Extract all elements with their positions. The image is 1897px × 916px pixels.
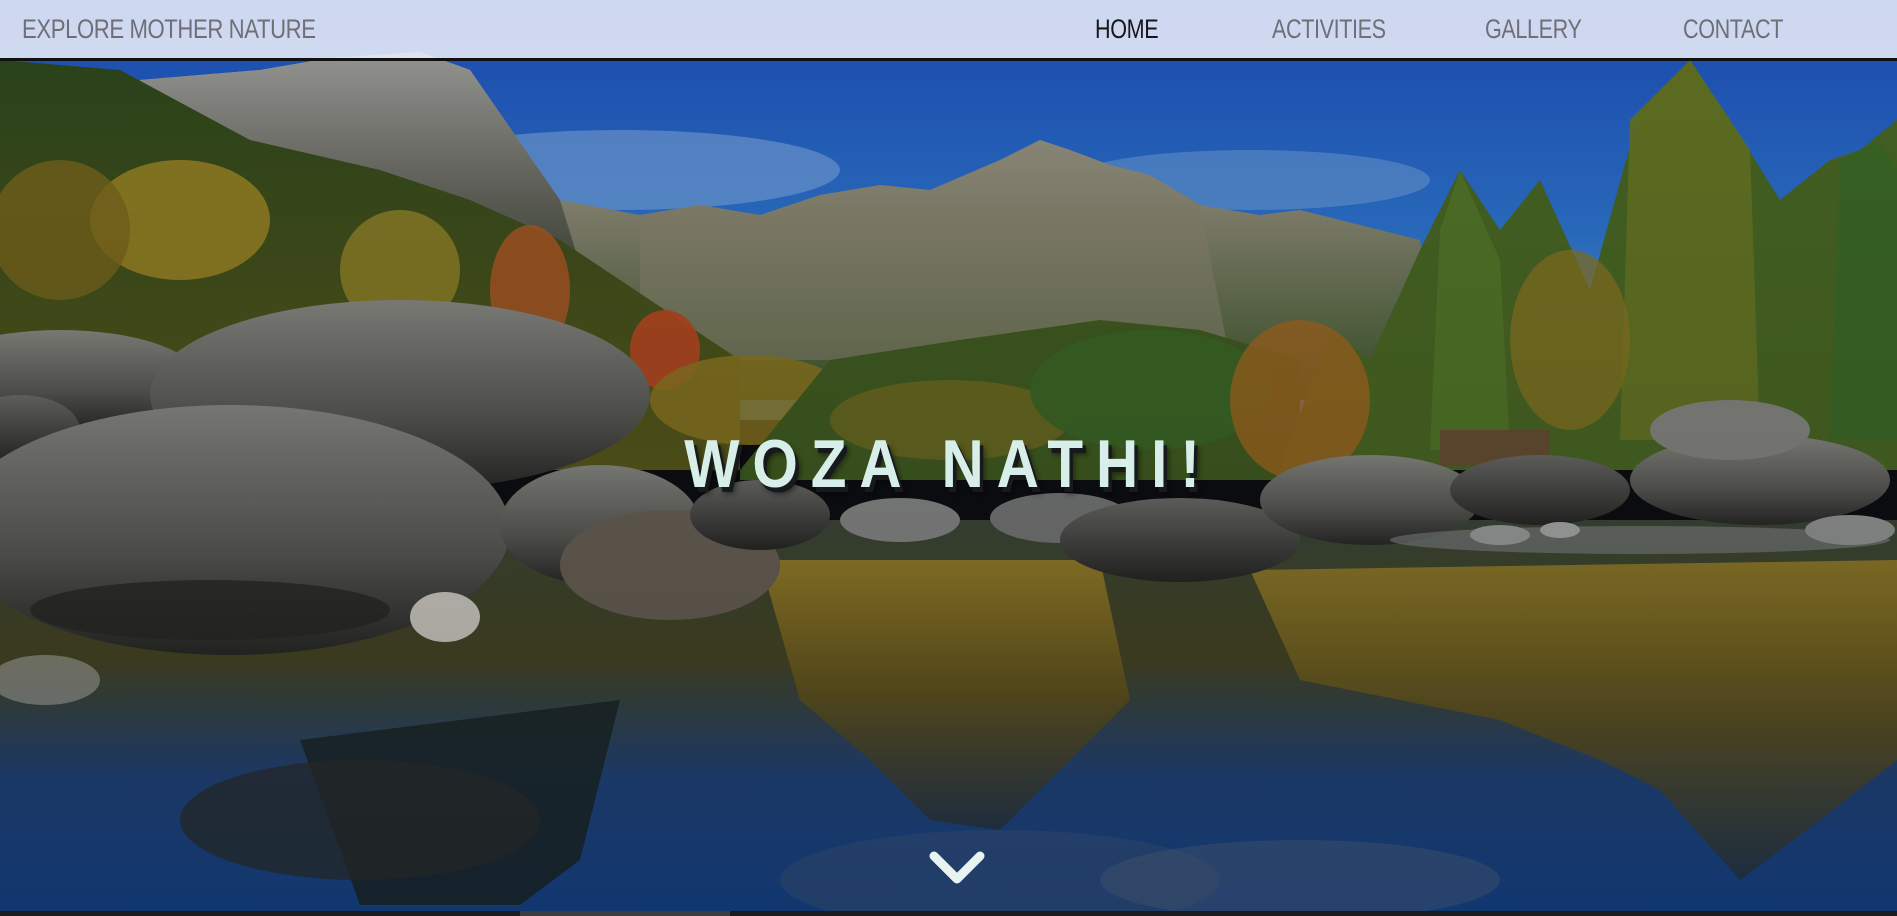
top-navbar: EXPLORE MOTHER NATURE HOME ACTIVITIES GA… bbox=[0, 0, 1897, 61]
page: EXPLORE MOTHER NATURE HOME ACTIVITIES GA… bbox=[0, 0, 1897, 916]
nav-link-activities[interactable]: ACTIVITIES bbox=[1272, 14, 1386, 45]
scroll-down-button[interactable] bbox=[926, 848, 988, 888]
hero-title: WOZA NATHI! bbox=[684, 426, 1213, 502]
bottom-edge-strip bbox=[0, 911, 1897, 916]
nav-link-home[interactable]: HOME bbox=[1095, 14, 1159, 45]
chevron-down-icon bbox=[929, 851, 985, 884]
brand-logo-text[interactable]: EXPLORE MOTHER NATURE bbox=[22, 14, 316, 45]
bottom-edge-highlight bbox=[520, 911, 730, 916]
nav-link-contact[interactable]: CONTACT bbox=[1683, 14, 1783, 45]
nav-link-gallery[interactable]: GALLERY bbox=[1485, 14, 1582, 45]
